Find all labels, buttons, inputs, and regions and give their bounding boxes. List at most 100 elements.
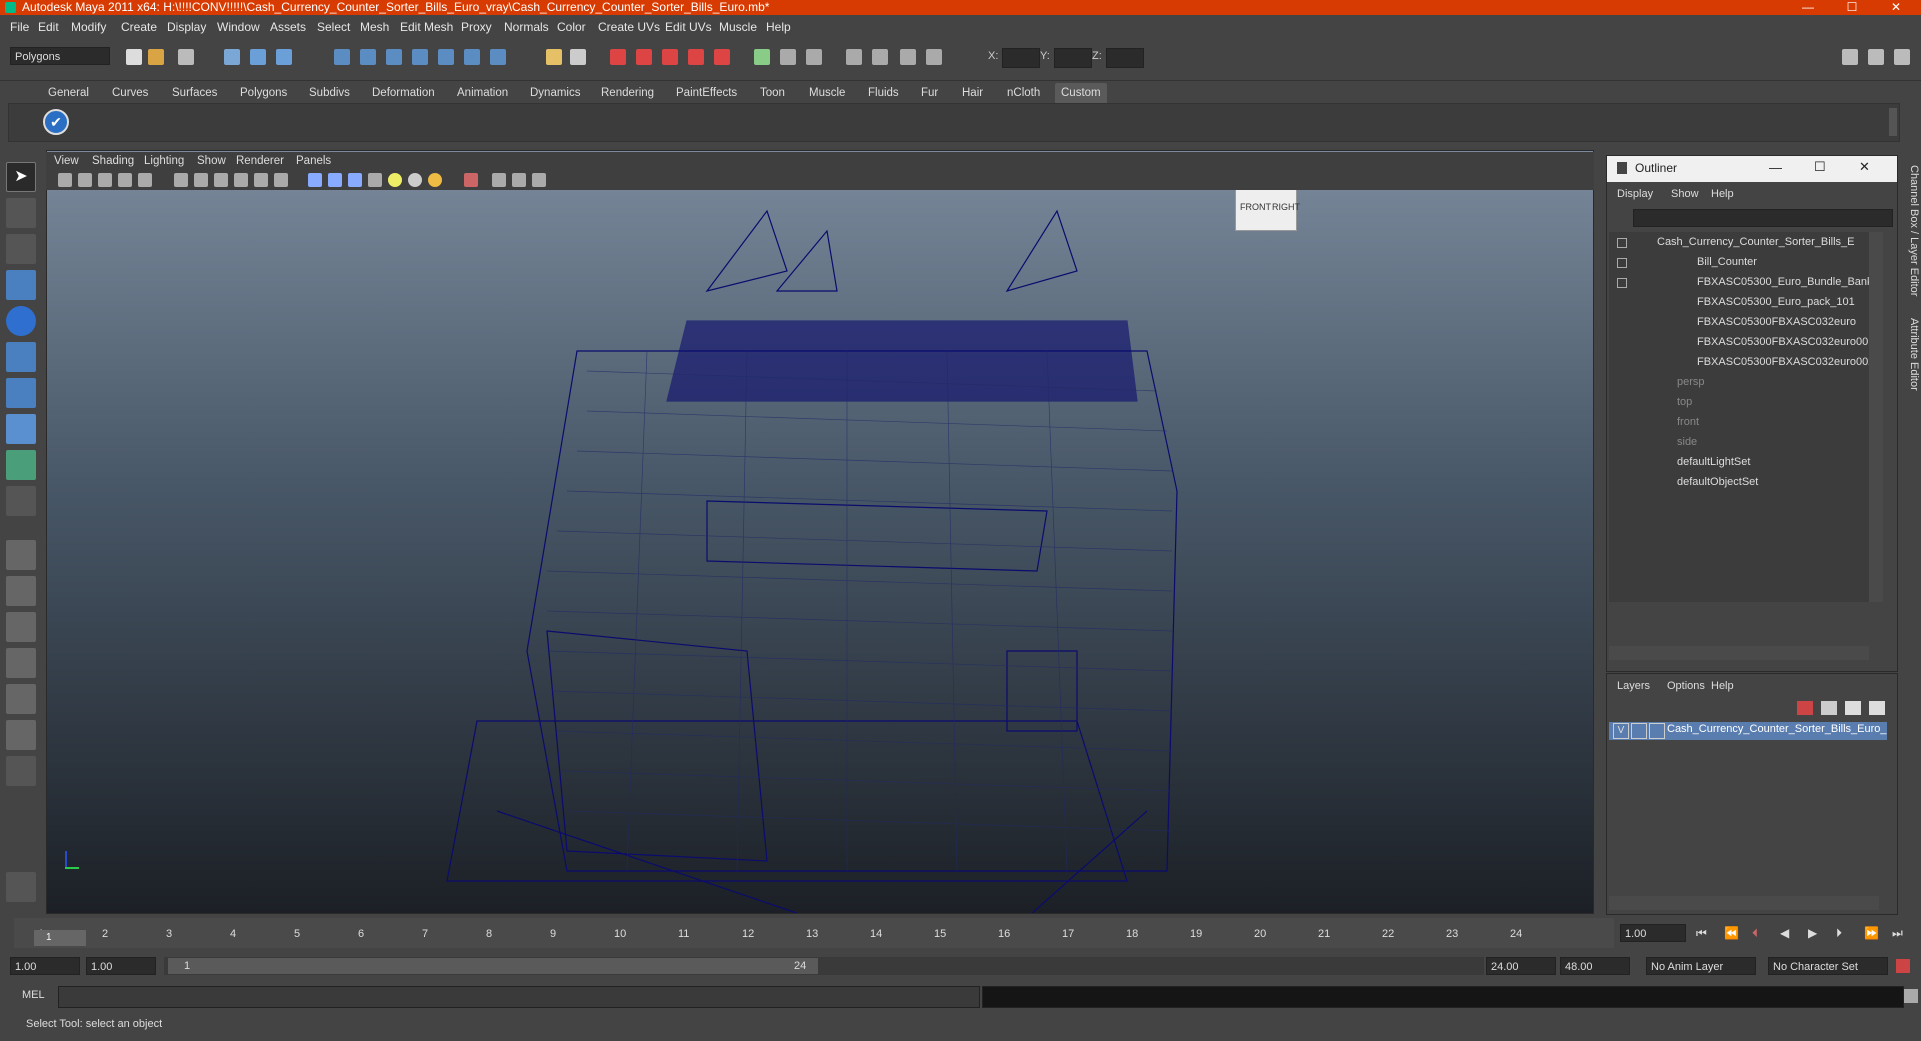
outliner-item-bill-counter[interactable]: Bill_Counter: [1697, 252, 1757, 272]
outliner-menu-show[interactable]: Show: [1671, 188, 1699, 200]
menu-muscle[interactable]: Muscle: [719, 17, 757, 37]
step-back-key-icon[interactable]: ⏪: [1724, 926, 1739, 940]
wire-on-shaded-icon[interactable]: [348, 173, 362, 187]
channel-box-tab[interactable]: Channel Box / Layer Editor: [1900, 165, 1920, 296]
tab-toon[interactable]: Toon: [760, 83, 785, 103]
outliner-menu-display[interactable]: Display: [1617, 188, 1653, 200]
outliner-item-root[interactable]: Cash_Currency_Counter_Sorter_Bills_E: [1657, 232, 1854, 252]
single-view-layout-icon[interactable]: [6, 540, 36, 570]
layers-menu-help[interactable]: Help: [1711, 680, 1734, 692]
select-object-icon[interactable]: [250, 49, 266, 65]
perspective-viewport[interactable]: FRONT RIGHT: [46, 150, 1594, 914]
help-icon[interactable]: [490, 49, 506, 65]
tab-surfaces[interactable]: Surfaces: [172, 83, 217, 103]
menu-color[interactable]: Color: [557, 17, 586, 37]
time-ruler[interactable]: 1 2 3 4 5 6 7 8 9 10 11 12 13 14 15 16 1…: [14, 918, 1614, 948]
safe-action-icon[interactable]: [254, 173, 268, 187]
menu-create-uvs[interactable]: Create UVs: [598, 17, 660, 37]
render-settings-icon[interactable]: [662, 49, 678, 65]
tab-hair[interactable]: Hair: [962, 83, 983, 103]
menu-window[interactable]: Window: [217, 17, 260, 37]
tab-polygons[interactable]: Polygons: [240, 83, 287, 103]
range-bar[interactable]: 1 24: [168, 958, 818, 974]
start-time-field[interactable]: 1.00: [10, 957, 80, 975]
show-manip-icon[interactable]: [6, 450, 36, 480]
vp-menu-shading[interactable]: Shading: [92, 152, 134, 170]
tab-fur[interactable]: Fur: [921, 83, 938, 103]
open-scene-icon[interactable]: [148, 49, 164, 65]
new-scene-icon[interactable]: [126, 49, 142, 65]
vp-menu-lighting[interactable]: Lighting: [144, 152, 184, 170]
layer-color-swatch[interactable]: [1649, 723, 1665, 739]
auto-key-icon[interactable]: [1896, 959, 1910, 973]
layer-row[interactable]: V Cash_Currency_Counter_Sorter_Bills_Eur…: [1609, 722, 1887, 740]
tab-fluids[interactable]: Fluids: [868, 83, 899, 103]
outliner-menu-help[interactable]: Help: [1711, 188, 1734, 200]
outliner-hscrollbar[interactable]: [1609, 646, 1869, 660]
menu-proxy[interactable]: Proxy: [461, 17, 492, 37]
tab-dynamics[interactable]: Dynamics: [530, 83, 580, 103]
outliner-item-top[interactable]: top: [1677, 392, 1692, 412]
time-slider[interactable]: 1 2 3 4 5 6 7 8 9 10 11 12 13 14 15 16 1…: [0, 918, 1921, 950]
cmd-language-label[interactable]: MEL: [22, 989, 45, 1001]
x-coord-field[interactable]: [1002, 48, 1040, 68]
xray-joints-icon[interactable]: [532, 173, 546, 187]
outliner-item-euro001[interactable]: FBXASC05300FBXASC032euro001: [1697, 332, 1874, 352]
xray-active-icon[interactable]: [512, 173, 526, 187]
xray-icon[interactable]: [492, 173, 506, 187]
outliner-item-euro[interactable]: FBXASC05300FBXASC032euro: [1697, 312, 1856, 332]
outliner-minimize-button[interactable]: —: [1769, 160, 1782, 175]
film-gate-icon[interactable]: [174, 173, 188, 187]
vp-menu-renderer[interactable]: Renderer: [236, 152, 284, 170]
tab-ncloth[interactable]: nCloth: [1007, 83, 1040, 103]
snap-plane-icon[interactable]: [412, 49, 428, 65]
script-editor-icon[interactable]: [1904, 989, 1918, 1003]
command-input[interactable]: [58, 986, 980, 1008]
layer-type-toggle[interactable]: [1631, 723, 1647, 739]
ipr-render-icon[interactable]: [636, 49, 652, 65]
outliner-item-euro-bundle[interactable]: FBXASC05300_Euro_Bundle_Bankn: [1697, 272, 1879, 292]
attribute-editor-icon[interactable]: [780, 49, 796, 65]
layer-name[interactable]: Cash_Currency_Counter_Sorter_Bills_Euro_: [1667, 723, 1887, 735]
outliner-item-default-light-set[interactable]: defaultLightSet: [1677, 452, 1750, 472]
menu-edit-uvs[interactable]: Edit UVs: [665, 17, 712, 37]
outliner-item-persp[interactable]: persp: [1677, 372, 1705, 392]
snap-point-icon[interactable]: [386, 49, 402, 65]
character-set-dropdown[interactable]: No Character Set: [1768, 957, 1888, 975]
vp-menu-show[interactable]: Show: [197, 152, 226, 170]
wireframe-icon[interactable]: [308, 173, 322, 187]
graph-editor-icon[interactable]: [900, 49, 916, 65]
maximize-button[interactable]: ☐: [1832, 0, 1872, 15]
menu-set-dropdown[interactable]: Polygons: [10, 47, 110, 65]
layout-panel-icon[interactable]: [1842, 49, 1858, 65]
modeling-toolkit-icon[interactable]: [754, 49, 770, 65]
rotate-tool-icon[interactable]: [6, 306, 36, 336]
output-ops-icon[interactable]: [570, 49, 586, 65]
tab-muscle[interactable]: Muscle: [809, 83, 845, 103]
layout-tool-icon[interactable]: [1894, 49, 1910, 65]
snap-curve-icon[interactable]: [360, 49, 376, 65]
anim-start-field[interactable]: 1.00: [86, 957, 156, 975]
universal-manip-icon[interactable]: [6, 378, 36, 408]
step-back-frame-icon[interactable]: ⏴: [1752, 926, 1758, 941]
paint-select-icon[interactable]: [6, 234, 36, 264]
image-plane-icon[interactable]: [118, 173, 132, 187]
move-down-layer-icon[interactable]: [1869, 701, 1885, 715]
input-ops-icon[interactable]: [546, 49, 562, 65]
select-tool-icon[interactable]: ➤: [6, 162, 36, 192]
y-coord-field[interactable]: [1054, 48, 1092, 68]
expand-bill-counter-icon[interactable]: [1617, 258, 1627, 268]
menu-edit[interactable]: Edit: [38, 17, 59, 37]
vp-menu-view[interactable]: View: [54, 152, 79, 170]
tool-settings-icon[interactable]: [806, 49, 822, 65]
shadows-icon[interactable]: [428, 173, 442, 187]
gate-mask-icon[interactable]: [214, 173, 228, 187]
all-lights-icon[interactable]: [408, 173, 422, 187]
outliner-item-default-object-set[interactable]: defaultObjectSet: [1677, 472, 1758, 492]
check-icon[interactable]: ✔: [43, 109, 69, 135]
play-backward-icon[interactable]: ◀: [1780, 926, 1789, 940]
tab-curves[interactable]: Curves: [112, 83, 148, 103]
textured-icon[interactable]: [368, 173, 382, 187]
menu-select[interactable]: Select: [317, 17, 350, 37]
menu-display[interactable]: Display: [167, 17, 206, 37]
